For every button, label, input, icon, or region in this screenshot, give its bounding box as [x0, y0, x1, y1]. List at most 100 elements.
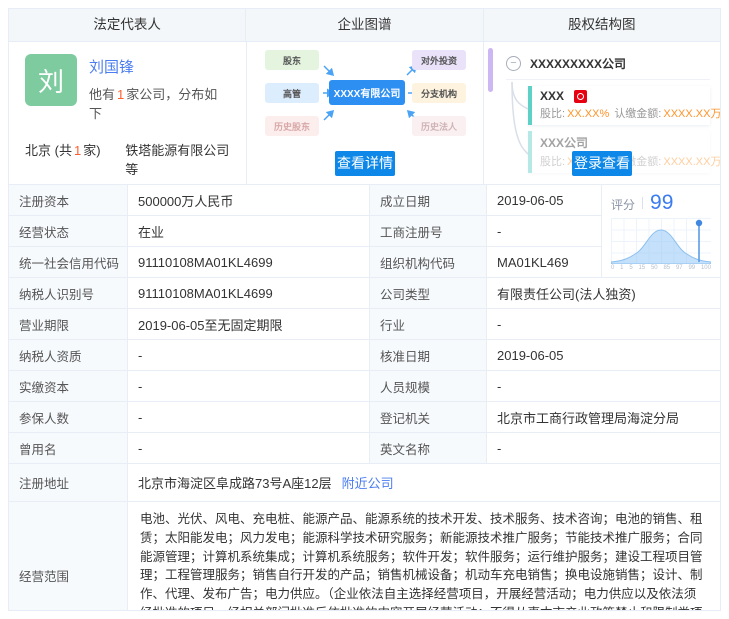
ratio-value: XX.XX%	[567, 108, 610, 120]
shareholder-name: XXX公司	[540, 136, 589, 150]
avatar: 刘	[25, 54, 77, 106]
field-label: 纳税人识别号	[9, 277, 127, 308]
summary-prefix: 他有	[89, 87, 116, 102]
registered-address: 北京市海淀区阜成路73号A座12层 附近公司	[127, 463, 720, 501]
state-owned-badge-icon	[574, 89, 588, 103]
tick: 100	[700, 265, 711, 271]
legal-rep-name-link[interactable]: 刘国锋	[89, 56, 230, 77]
tick: 85	[663, 265, 671, 271]
tick: 0	[611, 265, 615, 271]
equity-child-row: XXX 股比:XX.XX% 认缴金额:XXXX.XX万人民币	[528, 86, 720, 125]
graph-node-shareholder: 股东	[265, 50, 319, 70]
company-count: 1	[117, 87, 125, 102]
shareholding-detail: 股比:XX.XX% 认缴金额:XXXX.XX万人民币	[540, 105, 720, 121]
amount-value: XXXX.XX万人民币	[663, 156, 720, 168]
tick: 15	[638, 265, 646, 271]
tick: 1	[620, 265, 624, 271]
score-distribution-chart	[611, 218, 711, 264]
score-divider	[642, 197, 644, 209]
region-suffix: 家)	[83, 143, 101, 158]
region-count: 1	[73, 143, 82, 158]
field-value: 北京市工商行政管理局海淀分局	[486, 401, 720, 432]
field-label: 实缴资本	[9, 370, 127, 401]
field-value: MA01KL469	[486, 246, 601, 277]
legal-rep-main: 刘 刘国锋 他有 1 家公司，分布如下	[9, 42, 246, 122]
score-label: 评分	[611, 198, 636, 212]
field-label: 英文名称	[369, 432, 486, 463]
field-value: -	[127, 432, 369, 463]
header-legal-representative: 法定代表人	[93, 17, 161, 32]
field-label: 核准日期	[369, 339, 486, 370]
nearby-companies-link[interactable]: 附近公司	[342, 473, 394, 492]
field-value: -	[486, 370, 720, 401]
field-label: 注册资本	[9, 184, 127, 215]
field-label: 工商注册号	[369, 215, 486, 246]
field-label: 经营范围	[9, 501, 127, 610]
field-value: -	[127, 401, 369, 432]
region-stat: 北京 (共 1 家)	[25, 140, 125, 178]
field-value: 2019-06-05	[486, 339, 720, 370]
field-value: -	[127, 339, 369, 370]
shareholder-name-row: XXX公司	[540, 134, 702, 151]
tick: 5	[629, 265, 633, 271]
top-section: 法定代表人 企业图谱 股权结构图 刘 刘国锋 他有 1 家公司，分布如下 北京 (共…	[9, 9, 720, 184]
field-label: 经营状态	[9, 215, 127, 246]
field-label: 营业期限	[9, 308, 127, 339]
bell-curve	[611, 219, 711, 264]
legal-representative-panel: 刘 刘国锋 他有 1 家公司，分布如下 北京 (共 1 家) 铁塔能源有限公司等	[9, 42, 246, 184]
graph-node-investment: 对外投资	[412, 50, 466, 70]
graph-node-branch: 分支机构	[412, 83, 466, 103]
ratio-label: 股比:	[540, 108, 566, 120]
equity-root-bar	[488, 48, 493, 92]
shareholder-name: XXX	[540, 89, 565, 103]
score-value: 99	[650, 191, 674, 214]
field-value: -	[127, 370, 369, 401]
equity-structure-panel: − XXXXXXXXX公司 XXX 股比: XX.XX% 认缴金额: XXXX.…	[483, 42, 720, 184]
field-value: 在业	[127, 215, 369, 246]
ratio-label: 股比:	[540, 156, 566, 168]
field-value: 500000万人民币	[127, 184, 369, 215]
business-scope-text: 电池、光伏、风电、充电桩、能源产品、能源系统的技术开发、技术服务、技术咨询；电池…	[127, 501, 720, 610]
related-company-link[interactable]: 铁塔能源有限公司等	[125, 140, 230, 178]
tree-connector-lines	[511, 82, 529, 155]
graph-node-executive: 高管	[265, 83, 319, 103]
registration-table: 评分 99 0 1 5 15 50 85 97 99 100 注册资本 5000…	[9, 184, 720, 610]
field-label: 组织机构代码	[369, 246, 486, 277]
field-label: 统一社会信用代码	[9, 246, 127, 277]
header-enterprise-graph: 企业图谱	[245, 9, 482, 41]
field-label: 行业	[369, 308, 486, 339]
company-info-widget: 法定代表人 企业图谱 股权结构图 刘 刘国锋 他有 1 家公司，分布如下 北京 (共…	[8, 8, 721, 611]
field-value: 2019-06-05至无固定期限	[127, 308, 369, 339]
field-label: 曾用名	[9, 432, 127, 463]
score-axis-ticks: 0 1 5 15 50 85 97 99 100	[611, 265, 711, 271]
field-label: 注册地址	[9, 463, 127, 501]
amount-label: 认缴金额:	[614, 108, 662, 120]
collapse-minus-icon[interactable]: −	[506, 56, 521, 71]
equity-root-company: XXXXXXXXX公司	[530, 57, 627, 71]
score-panel: 评分 99 0 1 5 15 50 85 97 99 100	[601, 184, 720, 277]
tick: 97	[675, 265, 683, 271]
field-label: 公司类型	[369, 277, 486, 308]
graph-node-history-legal: 历史法人	[412, 116, 466, 136]
login-to-view-button[interactable]: 登录查看	[572, 150, 632, 176]
legal-rep-summary: 他有 1 家公司，分布如下	[89, 84, 230, 122]
amount-value: XXXX.XX万人民币	[663, 108, 720, 120]
field-value: -	[486, 308, 720, 339]
address-text: 北京市海淀区阜成路73号A座12层	[138, 476, 332, 491]
field-value: 91110108MA01KL4699	[127, 277, 369, 308]
tick: 50	[650, 265, 658, 271]
view-details-button[interactable]: 查看详情	[335, 150, 395, 176]
graph-node-history-shareholder: 历史股东	[265, 116, 319, 136]
field-label: 人员规模	[369, 370, 486, 401]
legal-rep-distribution: 北京 (共 1 家) 铁塔能源有限公司等	[9, 140, 246, 178]
field-value: -	[486, 215, 601, 246]
graph-node-company: XXXX有限公司	[329, 80, 405, 105]
field-label: 登记机关	[369, 401, 486, 432]
field-value: 91110108MA01KL4699	[127, 246, 369, 277]
field-label: 参保人数	[9, 401, 127, 432]
legal-rep-info: 刘国锋 他有 1 家公司，分布如下	[89, 54, 230, 122]
field-value: -	[486, 432, 720, 463]
panel-bodies: 刘 刘国锋 他有1家公司，分布如下 北京 (共1家) 铁塔能源有限公司等	[9, 42, 720, 184]
region-prefix: 北京 (共	[25, 143, 72, 158]
field-label: 成立日期	[369, 184, 486, 215]
